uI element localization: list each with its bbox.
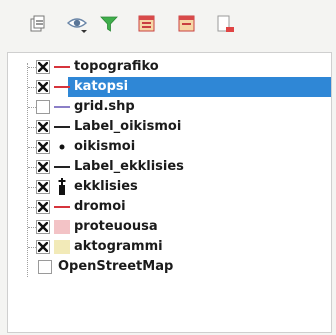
church-symbol-icon — [53, 177, 71, 197]
line-symbol-icon — [53, 97, 71, 117]
filter-icon[interactable] — [98, 13, 120, 35]
layer-name: Label_oikismoi — [74, 119, 182, 134]
layer-name: proteuousa — [74, 219, 158, 234]
polygon-fill-symbol-icon — [53, 237, 71, 257]
layer-visibility-checkbox[interactable] — [36, 200, 50, 214]
layer-row[interactable]: Label_oikismoi — [8, 117, 331, 137]
layer-visibility-checkbox[interactable] — [36, 180, 50, 194]
layer-name: topografiko — [74, 59, 159, 74]
layer-row[interactable]: ekklisies — [8, 177, 331, 197]
point-symbol-icon — [53, 137, 71, 157]
layer-visibility-checkbox[interactable] — [36, 220, 50, 234]
layer-visibility-checkbox[interactable] — [36, 80, 50, 94]
layer-visibility-checkbox[interactable] — [36, 140, 50, 154]
line-symbol-icon — [53, 57, 71, 77]
layer-visibility-checkbox[interactable] — [36, 120, 50, 134]
layers-panel: topografiko katopsi grid.shp Label_oikismoi… — [7, 52, 332, 333]
tree-branch — [28, 167, 36, 168]
tree-branch — [28, 187, 36, 188]
collapse-all-icon[interactable] — [176, 13, 198, 35]
polygon-fill-symbol-icon — [53, 217, 71, 237]
layer-visibility-checkbox[interactable] — [36, 160, 50, 174]
layer-name: grid.shp — [74, 99, 135, 114]
layer-visibility-checkbox[interactable] — [38, 260, 52, 274]
tree-branch — [28, 207, 36, 208]
layer-visibility-checkbox[interactable] — [36, 60, 50, 74]
layer-row[interactable]: aktogrammi — [8, 237, 331, 257]
layer-name: katopsi — [74, 79, 129, 94]
expand-all-icon[interactable] — [136, 13, 158, 35]
layer-name: OpenStreetMap — [58, 259, 174, 274]
layer-name: ekklisies — [74, 179, 138, 194]
layer-name: aktogrammi — [74, 239, 163, 254]
tree-branch — [28, 67, 36, 68]
line-symbol-icon — [53, 117, 71, 137]
eye-visibility-icon[interactable] — [66, 13, 88, 35]
layer-name: dromoi — [74, 199, 126, 214]
line-symbol-icon — [53, 197, 71, 217]
layer-row[interactable]: oikismoi — [8, 137, 331, 157]
layer-row[interactable]: katopsi — [8, 77, 331, 97]
tree-branch — [28, 147, 36, 148]
layer-visibility-checkbox[interactable] — [36, 240, 50, 254]
open-layer-styling-icon[interactable] — [28, 13, 50, 35]
layer-name: oikismoi — [74, 139, 136, 154]
layer-visibility-checkbox[interactable] — [36, 100, 50, 114]
layer-row[interactable]: dromoi — [8, 197, 331, 217]
line-symbol-icon — [53, 77, 71, 97]
tree-branch — [28, 87, 36, 88]
layer-row[interactable]: OpenStreetMap — [8, 257, 331, 277]
layer-row[interactable]: topografiko — [8, 57, 331, 77]
tree-branch — [28, 127, 36, 128]
remove-layer-icon[interactable] — [214, 13, 236, 35]
line-symbol-icon — [53, 157, 71, 177]
layer-row[interactable]: grid.shp — [8, 97, 331, 117]
tree-branch — [28, 107, 36, 108]
layer-name: Label_ekklisies — [74, 159, 184, 174]
tree-branch — [28, 227, 36, 228]
layer-row[interactable]: Label_ekklisies — [8, 157, 331, 177]
layers-toolbar — [0, 0, 336, 46]
layer-row[interactable]: proteuousa — [8, 217, 331, 237]
tree-branch — [28, 247, 36, 248]
